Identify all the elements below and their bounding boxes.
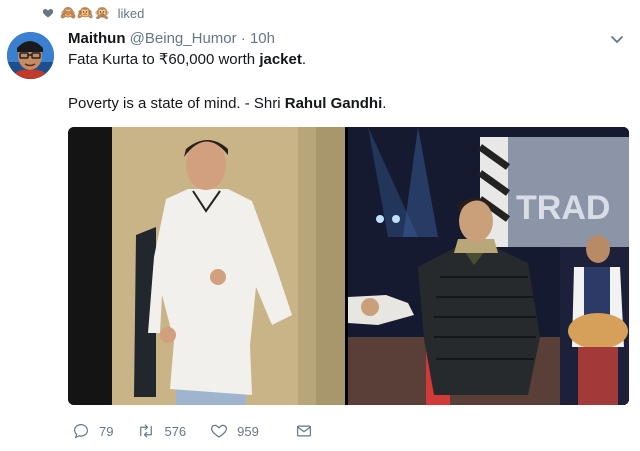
- tweet-text-line-1-prefix: Fata Kurta to ₹60,000 worth: [68, 51, 260, 68]
- liked-context-row: 🙈🙉🙊 liked: [42, 5, 144, 21]
- stage-sign-text: TRAD: [516, 189, 610, 227]
- avatar[interactable]: [7, 32, 54, 79]
- tweet-text-line-1: Fata Kurta to ₹60,000 worth jacket.: [68, 50, 306, 70]
- photo-kurta[interactable]: [68, 127, 345, 405]
- reply-icon: [74, 424, 88, 439]
- tweet-text-line-2-prefix: Poverty is a state of mind. - Shri: [68, 95, 285, 112]
- time-separator: ·: [240, 30, 246, 47]
- reply-count: 79: [99, 423, 114, 439]
- media-grid: TRAD: [68, 127, 629, 405]
- tweet-timestamp[interactable]: 10h: [250, 30, 275, 47]
- envelope-icon: [296, 425, 311, 437]
- like-action[interactable]: 959: [210, 421, 259, 441]
- retweet-icon: [140, 424, 153, 438]
- tweet-text-line-1-bold: jacket: [259, 51, 302, 68]
- retweet-count: 576: [164, 423, 187, 439]
- liked-label: liked: [117, 5, 145, 21]
- heart-icon: [211, 424, 228, 438]
- retweet-action[interactable]: 576: [137, 421, 186, 441]
- direct-message-action[interactable]: [295, 421, 313, 441]
- tweet-header: Maithun @Being_Humor · 10h: [68, 30, 275, 48]
- tweet-text-line-1-suffix: .: [301, 51, 307, 68]
- tweet-text-line-2: Poverty is a state of mind. - Shri Rahul…: [68, 94, 386, 114]
- monkey-emoji-group: 🙈🙉🙊: [60, 5, 112, 20]
- display-name[interactable]: Maithun: [68, 30, 126, 47]
- reply-action[interactable]: 79: [72, 421, 113, 441]
- heart-icon: [42, 9, 54, 18]
- photo-jacket[interactable]: TRAD: [348, 127, 629, 405]
- tweet-text-line-2-bold: Rahul Gandhi: [284, 95, 383, 112]
- tweet-actions: 79 576 959: [72, 421, 337, 441]
- like-count: 959: [237, 423, 259, 439]
- tweet-text-line-2-suffix: .: [382, 95, 387, 112]
- chevron-down-icon[interactable]: [610, 32, 624, 46]
- user-handle[interactable]: @Being_Humor: [130, 30, 237, 47]
